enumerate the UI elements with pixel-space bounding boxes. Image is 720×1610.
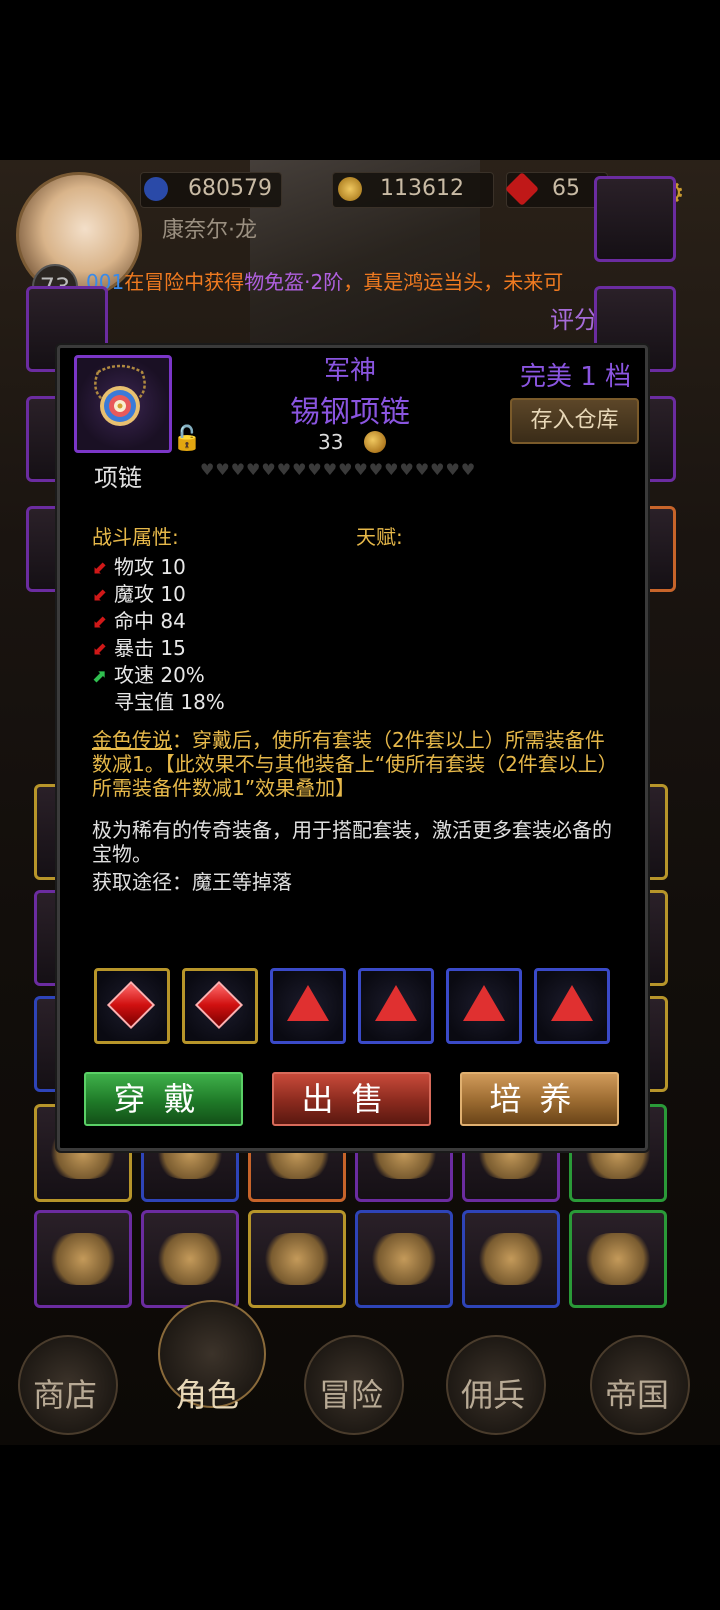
gold-value: 113612 [380,176,464,201]
nav-shop-label[interactable]: 商店 [10,1370,120,1416]
equip-button[interactable]: 穿戴 [84,1072,243,1126]
item-prefix: 军神 [323,356,376,386]
stat-text: 攻速 20% [114,663,205,687]
inventory-slot[interactable] [355,1210,453,1308]
sell-button[interactable]: 出售 [272,1072,431,1126]
inventory-slot[interactable] [462,1210,560,1308]
gem-value: 65 [552,176,580,201]
legendary-effect: 金色传说：穿戴后，使所有套装（2件套以上）所需装备件数减1。【此效果不与其他装备… [92,728,622,800]
inventory-slot[interactable] [569,1210,667,1308]
item-level: 33 [318,430,344,454]
gear-slot[interactable] [594,176,676,262]
red-triangle-gem-icon [287,985,329,1021]
arrow-up-icon: ⬈ [92,666,108,687]
stat-text: 暴击 15 [114,636,186,660]
ticker-action: 在冒险中获得 [124,270,245,294]
stat-row: ⬋ 物攻 10 [92,551,186,580]
store-in-warehouse-button[interactable]: 存入仓库 [510,398,639,444]
nav-character-label[interactable]: 角色 [152,1370,262,1416]
stat-row: 寻宝值 18% [92,686,225,715]
arrow-down-icon: ⬋ [92,612,108,633]
inventory-slot[interactable] [248,1210,346,1308]
stat-text: 寻宝值 18% [114,690,225,714]
item-type: 项链 [94,464,142,492]
red-triangle-gem-icon [551,985,593,1021]
red-diamond-gem-icon [194,980,244,1030]
item-name: 锡钢项链 [290,395,410,430]
ticker-suffix: ，真是鸿运当头，未来可 [343,270,564,294]
necklace-icon [94,364,146,426]
stat-row: ⬋ 暴击 15 [92,632,186,661]
belt-icon [370,1233,438,1285]
news-ticker: 001在冒险中获得物免盔·2阶，真是鸿运当头，未来可 [86,266,646,295]
gold-coin-icon [338,177,362,201]
nav-adventure-label[interactable]: 冒险 [296,1370,406,1416]
item-description: 极为稀有的传奇装备，用于搭配套装，激活更多套装必备的宝物。 [92,818,612,866]
arrow-down-icon: ⬋ [92,558,108,579]
train-button[interactable]: 培养 [460,1072,619,1126]
unlocked-padlock-icon[interactable]: 🔓 [172,424,202,452]
arrow-down-icon: ⬋ [92,585,108,606]
ticker-item: 物免盔·2阶 [244,270,344,294]
gem-socket[interactable] [534,968,610,1044]
belt-icon [263,1233,331,1285]
gold-coin-icon [364,431,386,453]
red-triangle-gem-icon [463,985,505,1021]
inventory-slot[interactable] [141,1210,239,1308]
gem-socket[interactable] [270,968,346,1044]
legendary-label: 金色传说 [92,728,172,752]
belt-icon [477,1233,545,1285]
stat-row: ⬈ 攻速 20% [92,659,205,688]
stat-text: 魔攻 10 [114,582,186,606]
stat-text: 物攻 10 [114,555,186,579]
character-name: 康奈尔·龙 [162,218,257,243]
enhance-hearts: ♥♥♥♥♥♥♥♥♥♥♥♥♥♥♥♥♥♥ [200,460,477,479]
red-triangle-gem-icon [375,985,417,1021]
exp-value: 680579 [188,176,272,201]
nav-empire-label[interactable]: 帝国 [582,1370,692,1416]
gem-socket[interactable] [446,968,522,1044]
inventory-slot[interactable] [34,1210,132,1308]
gem-socket[interactable] [182,968,258,1044]
stat-text: 命中 84 [114,609,186,633]
belt-icon [156,1233,224,1285]
red-diamond-gem-icon [106,980,156,1030]
combat-attributes-title: 战斗属性: [92,525,179,549]
gem-socket[interactable] [94,968,170,1044]
arrow-down-icon: ⬋ [92,639,108,660]
stat-row: ⬋ 命中 84 [92,605,186,634]
belt-icon [584,1233,652,1285]
exp-icon [144,177,168,201]
item-quality: 完美 1 档 [520,362,632,392]
gem-socket[interactable] [358,968,434,1044]
nav-mercenary-label[interactable]: 佣兵 [438,1370,548,1416]
talent-title: 天赋: [356,525,403,549]
item-source: 获取途径：魔王等掉落 [92,870,292,894]
glove-icon [49,1233,117,1285]
stat-row: ⬋ 魔攻 10 [92,578,186,607]
